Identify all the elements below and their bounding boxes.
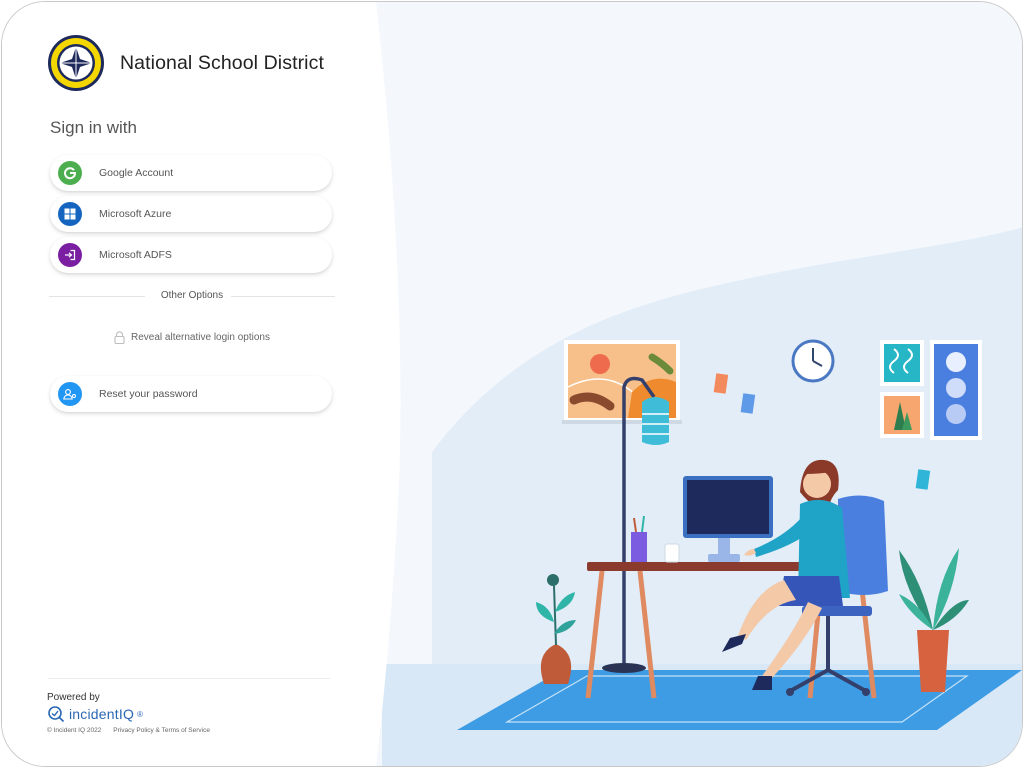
reveal-alternative-login-link[interactable]: Reveal alternative login options: [114, 331, 270, 344]
google-account-label: Google Account: [99, 167, 174, 179]
district-logo-icon: [48, 35, 104, 91]
login-panel: National School District Sign in with Go…: [2, 2, 392, 766]
reveal-alternative-login-label: Reveal alternative login options: [131, 332, 270, 343]
privacy-terms-link[interactable]: Privacy Policy & Terms of Service: [113, 727, 210, 734]
microsoft-azure-button[interactable]: Microsoft Azure: [50, 196, 332, 232]
sign-in-heading: Sign in with: [50, 118, 137, 137]
microsoft-adfs-label: Microsoft ADFS: [99, 249, 172, 261]
windows-icon: [58, 202, 82, 226]
district-brand: National School District: [47, 34, 324, 92]
google-icon: [58, 161, 82, 185]
microsoft-adfs-button[interactable]: Microsoft ADFS: [50, 237, 332, 273]
incidentiq-logo-icon: [48, 706, 65, 723]
other-options-divider: Other Options: [49, 288, 335, 304]
incidentiq-wordmark: incidentIQ: [69, 706, 135, 722]
divider-line-right: [231, 296, 335, 297]
footer-divider: [48, 678, 330, 679]
powered-by-label: Powered by: [47, 692, 100, 703]
login-window: National School District Sign in with Go…: [1, 1, 1023, 767]
microsoft-azure-label: Microsoft Azure: [99, 208, 172, 220]
reset-password-button[interactable]: Reset your password: [50, 376, 332, 412]
incidentiq-brand[interactable]: incidentIQ ®: [47, 705, 143, 723]
copyright-text: © Incident IQ 2022: [47, 727, 102, 734]
google-account-button[interactable]: Google Account: [50, 155, 332, 191]
legal-footer: © Incident IQ 2022 Privacy Policy & Term…: [47, 727, 210, 734]
registered-mark: ®: [137, 709, 143, 719]
lock-icon: [114, 331, 125, 344]
sign-in-icon: [58, 243, 82, 267]
user-key-icon: [58, 382, 82, 406]
district-name: National School District: [120, 51, 324, 74]
reset-password-label: Reset your password: [99, 388, 198, 400]
